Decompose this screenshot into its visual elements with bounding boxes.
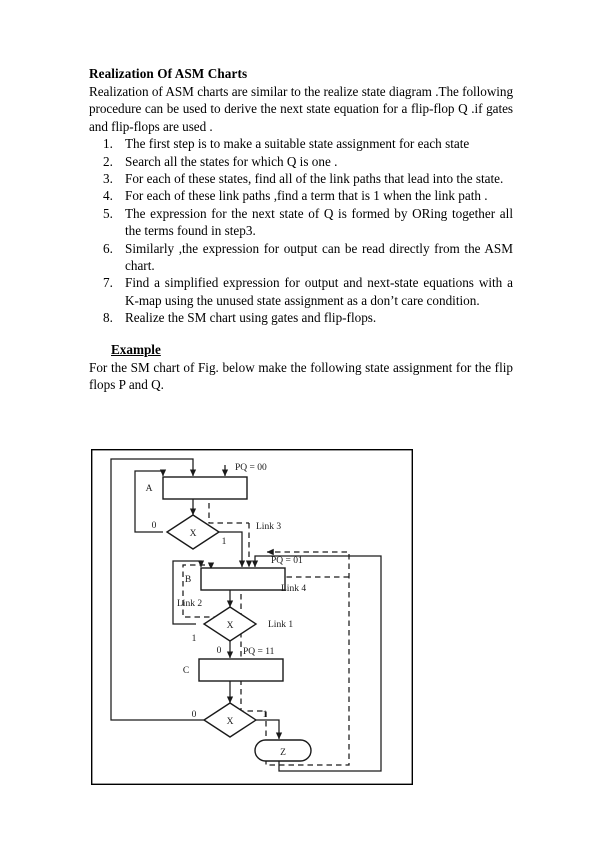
document-body: Realization Of ASM Charts Realization of… [89,66,513,394]
list-item-number: 8. [103,310,113,326]
list-item: 3. For each of these states, find all of… [89,170,513,187]
figure-border [91,449,413,785]
decision-2-false-label: 0 [217,646,222,656]
link1-label: Link 1 [268,620,293,630]
procedure-steps: 1. The first step is to make a suitable … [89,135,513,326]
decision-2-true-label: 1 [192,634,197,644]
list-item-number: 3. [103,171,113,187]
list-item: 5. The expression for the next state of … [89,205,513,240]
list-item-text: Search all the states for which Q is one… [125,153,338,169]
state-box-a [162,476,248,500]
link4-label: Link 4 [281,584,306,594]
list-item-number: 7. [103,275,113,291]
decision-2-label: X [227,621,234,631]
list-item-text: Realize the SM chart using gates and fli… [125,310,377,326]
decision-1-true-label: 1 [222,537,227,547]
state-assignment-a: PQ = 00 [235,463,267,473]
link2-label: Link 2 [177,599,202,609]
state-box-c [198,658,284,682]
list-item-text: The first step is to make a suitable sta… [125,136,470,152]
decision-3-false-label: 0 [192,710,197,720]
example-heading: Example [111,341,161,357]
list-item: 2. Search all the states for which Q is … [89,153,513,170]
decision-1-label: X [190,529,197,539]
list-item-number: 4. [103,188,113,204]
state-box-b [200,567,286,591]
example-heading-row: Example [89,341,513,359]
decision-1-false-label: 0 [152,521,157,531]
decision-3-true-label: 1 [263,710,268,720]
page-title: Realization Of ASM Charts [89,66,248,81]
list-item: 4. For each of these link paths ,find a … [89,187,513,204]
list-item-number: 1. [103,136,113,152]
state-label-c: C [183,666,189,676]
decision-3-label: X [227,717,234,727]
list-item-number: 2. [103,153,113,169]
list-item-text: For each of these link paths ,find a ter… [125,188,488,204]
list-item-text: Similarly ,the expression for output can… [125,240,513,274]
list-item: 1. The first step is to make a suitable … [89,135,513,152]
asm-chart-figure: A B C PQ = 00 PQ = 01 PQ = 11 X X X 0 1 … [91,449,413,785]
intro-paragraph: Realization of ASM charts are similar to… [89,84,513,134]
state-assignment-b: PQ = 01 [271,556,303,566]
list-item: 6. Similarly ,the expression for output … [89,240,513,275]
list-item-text: Find a simplified expression for output … [125,275,513,308]
list-item-number: 6. [103,240,113,256]
list-item-number: 5. [103,205,113,221]
example-paragraph: For the SM chart of Fig. below make the … [89,359,513,393]
output-label-z: Z [280,748,286,758]
state-label-b: B [185,575,191,585]
example-section: Example For the SM chart of Fig. below m… [89,341,513,394]
list-item-text: The expression for the next state of Q i… [125,205,513,239]
list-item: 8. Realize the SM chart using gates and … [89,309,513,326]
link3-label: Link 3 [256,522,281,532]
list-item-text: For each of these states, find all of th… [125,171,504,187]
state-label-a: A [146,484,153,494]
state-assignment-c: PQ = 11 [243,647,275,657]
list-item: 7. Find a simplified expression for outp… [89,274,513,309]
document-page: Realization Of ASM Charts Realization of… [0,0,595,842]
